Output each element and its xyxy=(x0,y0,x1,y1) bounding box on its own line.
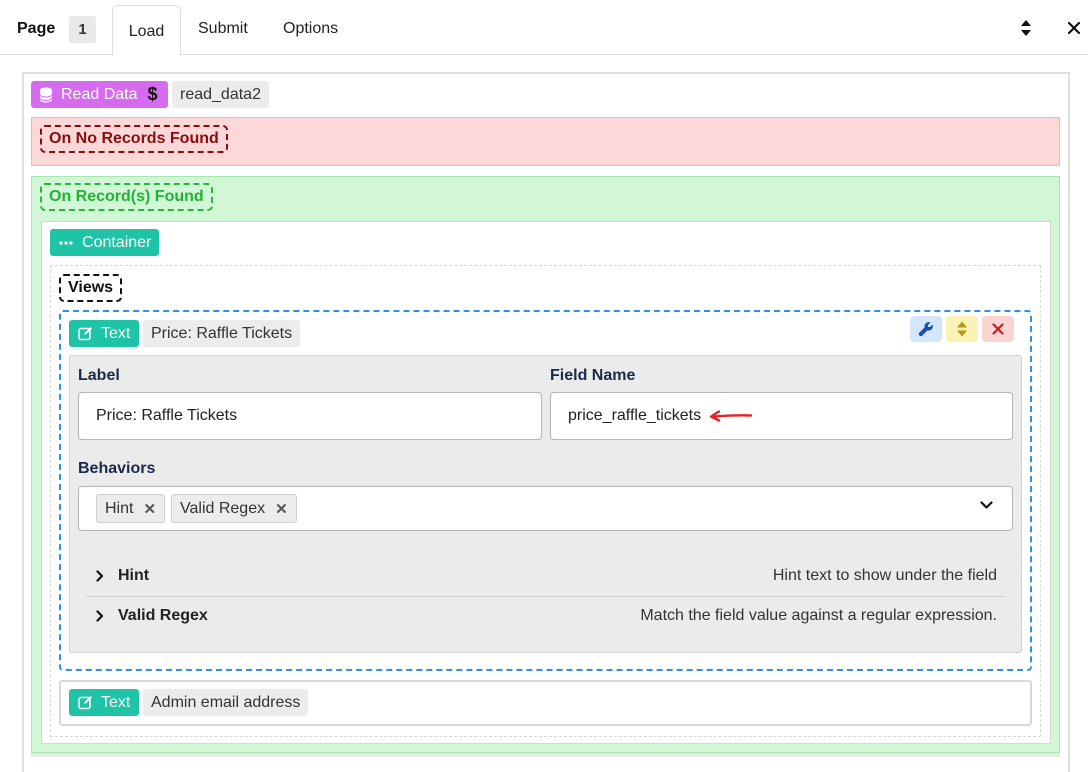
field-name-input[interactable]: price_raffle_tickets xyxy=(550,392,1013,440)
text-type-label: Text xyxy=(101,324,131,342)
behavior-chip-hint-label: Hint xyxy=(105,499,134,517)
label-input[interactable]: Price: Raffle Tickets xyxy=(78,392,542,440)
wrench-icon[interactable] xyxy=(910,316,942,342)
field-name-input-value: price_raffle_tickets xyxy=(568,407,702,424)
behavior-chip-valid-regex-label: Valid Regex xyxy=(180,499,266,517)
page-label: Page xyxy=(17,20,56,37)
remove-hint-icon[interactable]: ✕ xyxy=(143,500,156,518)
label-heading: Label xyxy=(78,367,120,384)
behavior-row-valid-regex-desc: Match the field value against a regular … xyxy=(640,607,997,624)
behavior-chip-valid-regex: Valid Regex ✕ xyxy=(171,494,297,523)
records-found-label: On Record(s) Found xyxy=(40,183,213,211)
read-data-badge[interactable]: Read Data $ xyxy=(31,81,168,108)
edit-icon xyxy=(78,326,93,341)
close-icon[interactable] xyxy=(1063,17,1085,39)
annotation-arrow-icon xyxy=(709,409,753,423)
tab-bar: Page 1 Load Submit Options xyxy=(0,0,1088,56)
tab-load-label: Load xyxy=(128,22,165,40)
behavior-chip-hint: Hint ✕ xyxy=(96,494,166,523)
read-data-name: read_data2 xyxy=(172,81,269,108)
chevron-down-icon[interactable] xyxy=(980,501,993,510)
tab-load[interactable]: Load xyxy=(112,5,181,56)
behavior-row-divider xyxy=(86,596,1005,597)
dollar-icon: $ xyxy=(147,84,158,104)
sort-icon[interactable] xyxy=(1015,17,1037,39)
edit-icon xyxy=(78,695,93,710)
text-type-badge[interactable]: Text xyxy=(69,320,139,347)
page-number-badge: 1 xyxy=(69,16,96,43)
behavior-row-valid-regex-title: Valid Regex xyxy=(118,607,208,624)
reorder-sort-icon[interactable] xyxy=(946,316,978,342)
behaviors-heading: Behaviors xyxy=(78,460,156,477)
chevron-right-icon xyxy=(96,570,104,582)
behavior-row-hint-desc: Hint text to show under the field xyxy=(772,567,997,584)
behavior-row-hint[interactable]: Hint Hint text to show under the field xyxy=(86,560,1005,592)
text-type-label-2: Text xyxy=(101,693,131,711)
field-title: Price: Raffle Tickets xyxy=(143,320,301,347)
container-badge[interactable]: Container xyxy=(50,229,159,256)
tab-options[interactable]: Options xyxy=(283,20,338,38)
text-type-badge-2[interactable]: Text xyxy=(69,689,139,716)
database-icon xyxy=(39,87,53,103)
field-title-2: Admin email address xyxy=(143,689,309,716)
field-name-heading: Field Name xyxy=(550,367,636,384)
read-data-label: Read Data xyxy=(61,85,138,103)
behavior-row-valid-regex[interactable]: Valid Regex Match the field value agains… xyxy=(86,600,1005,632)
container-label: Container xyxy=(82,233,152,251)
no-records-label: On No Records Found xyxy=(40,125,228,153)
remove-valid-regex-icon[interactable]: ✕ xyxy=(275,500,288,518)
label-input-value: Price: Raffle Tickets xyxy=(96,407,238,424)
tab-submit[interactable]: Submit xyxy=(198,20,248,38)
chevron-right-icon xyxy=(96,610,104,622)
ellipsis-icon xyxy=(59,240,73,245)
delete-icon[interactable] xyxy=(982,316,1014,342)
behavior-row-hint-title: Hint xyxy=(118,567,150,584)
views-label: Views xyxy=(59,274,123,302)
bottom-strip xyxy=(31,753,1060,757)
